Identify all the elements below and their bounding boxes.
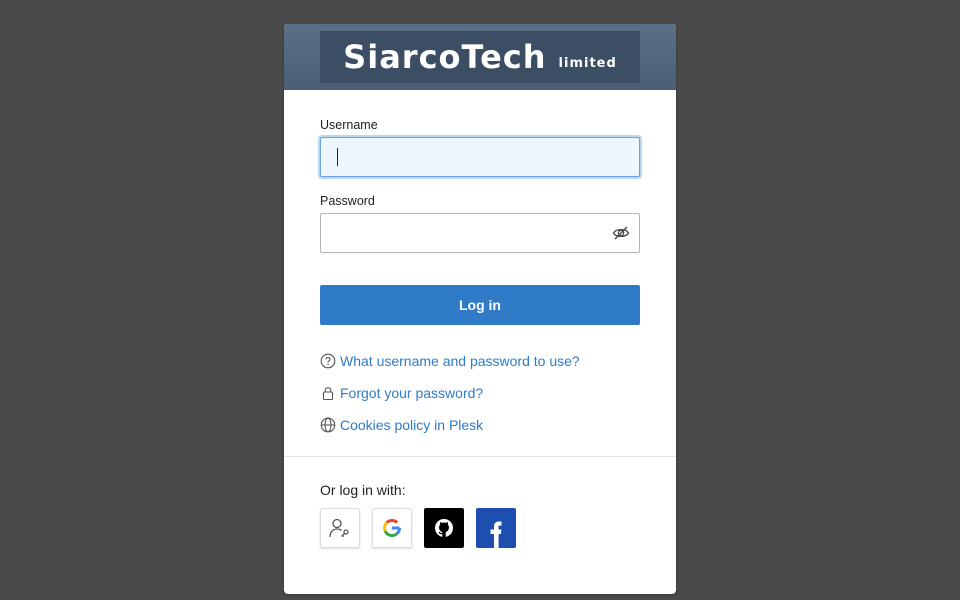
cookies-link-row: Cookies policy in Plesk [320,409,640,441]
user-key-icon [329,518,349,538]
lock-icon [322,387,334,401]
facebook-login-button[interactable] [476,508,516,548]
username-wrap [320,137,640,177]
login-card: SiarcoTech limited Username Password Log… [284,24,676,594]
company-logo: SiarcoTech limited [320,31,640,83]
card-header: SiarcoTech limited [284,24,676,90]
forgot-password-link[interactable]: Forgot your password? [340,385,483,401]
social-login: Or log in with: [320,482,516,548]
text-caret [337,148,338,166]
github-icon [435,519,453,537]
login-button[interactable]: Log in [320,285,640,325]
logo-main-text: SiarcoTech [343,38,547,76]
user-key-login-button[interactable] [320,508,360,548]
help-link-row: What username and password to use? [320,345,640,377]
logo-sub-text: limited [558,55,617,71]
question-circle-icon [320,353,336,369]
password-input[interactable] [320,213,640,253]
show-password-icon[interactable] [612,224,630,242]
password-wrap [320,213,640,253]
google-icon [383,519,401,537]
password-label: Password [320,194,375,208]
username-input[interactable] [320,137,640,177]
forgot-link-row: Forgot your password? [320,377,640,409]
github-login-button[interactable] [424,508,464,548]
section-divider [284,456,676,457]
cookies-policy-link[interactable]: Cookies policy in Plesk [340,417,483,433]
help-links: What username and password to use? Forgo… [320,345,640,441]
social-login-label: Or log in with: [320,482,406,498]
facebook-icon [490,521,502,548]
google-login-button[interactable] [372,508,412,548]
credentials-help-link[interactable]: What username and password to use? [340,353,580,369]
login-form: Username Password Log in What username a… [320,118,640,441]
globe-icon [320,417,336,433]
username-label: Username [320,118,378,132]
social-buttons [320,508,516,548]
